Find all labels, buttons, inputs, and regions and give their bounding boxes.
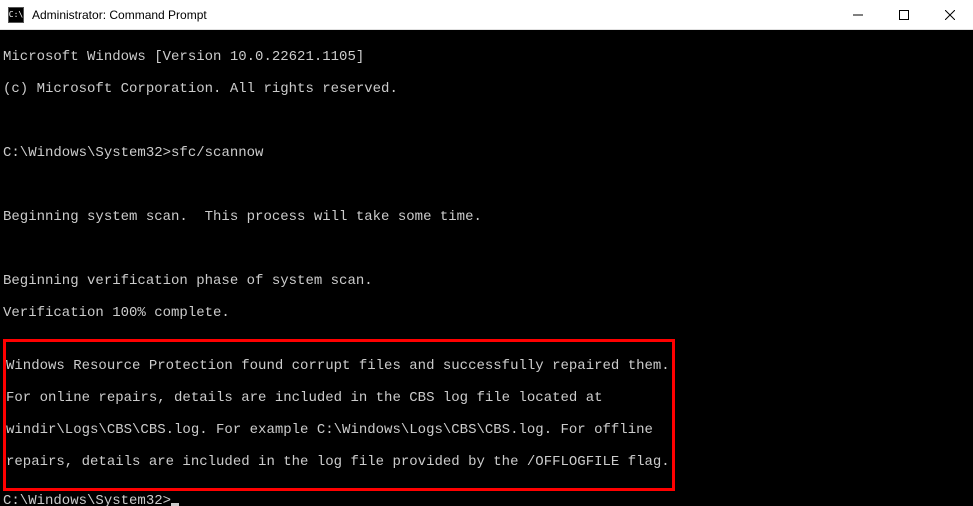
- minimize-button[interactable]: [835, 0, 881, 29]
- verification-begin-line: Beginning verification phase of system s…: [3, 273, 973, 289]
- titlebar-left: C:\ Administrator: Command Prompt: [0, 7, 207, 23]
- window-title: Administrator: Command Prompt: [32, 8, 207, 22]
- titlebar[interactable]: C:\ Administrator: Command Prompt: [0, 0, 973, 30]
- prompt-line-2: C:\Windows\System32>: [3, 493, 973, 506]
- terminal-area[interactable]: Microsoft Windows [Version 10.0.22621.11…: [0, 30, 973, 506]
- titlebar-buttons: [835, 0, 973, 29]
- result-line-1: Windows Resource Protection found corrup…: [6, 358, 670, 374]
- prompt-line-1: C:\Windows\System32>sfc/scannow: [3, 145, 973, 161]
- result-line-3: windir\Logs\CBS\CBS.log. For example C:\…: [6, 422, 670, 438]
- blank-line: [3, 177, 973, 193]
- minimize-icon: [853, 10, 863, 20]
- maximize-button[interactable]: [881, 0, 927, 29]
- blank-line: [3, 241, 973, 257]
- copyright-line: (c) Microsoft Corporation. All rights re…: [3, 81, 973, 97]
- result-line-4: repairs, details are included in the log…: [6, 454, 670, 470]
- prompt-path: C:\Windows\System32>: [3, 145, 171, 161]
- result-highlight-box: Windows Resource Protection found corrup…: [3, 339, 675, 491]
- cmd-icon: C:\: [8, 7, 24, 23]
- maximize-icon: [899, 10, 909, 20]
- scan-begin-line: Beginning system scan. This process will…: [3, 209, 973, 225]
- result-line-2: For online repairs, details are included…: [6, 390, 670, 406]
- version-line: Microsoft Windows [Version 10.0.22621.11…: [3, 49, 973, 65]
- close-icon: [945, 10, 955, 20]
- prompt-path: C:\Windows\System32>: [3, 493, 171, 506]
- close-button[interactable]: [927, 0, 973, 29]
- verification-complete-line: Verification 100% complete.: [3, 305, 973, 321]
- command-prompt-window: C:\ Administrator: Command Prompt Micros…: [0, 0, 973, 506]
- entered-command: sfc/scannow: [171, 145, 263, 161]
- blank-line: [3, 113, 973, 129]
